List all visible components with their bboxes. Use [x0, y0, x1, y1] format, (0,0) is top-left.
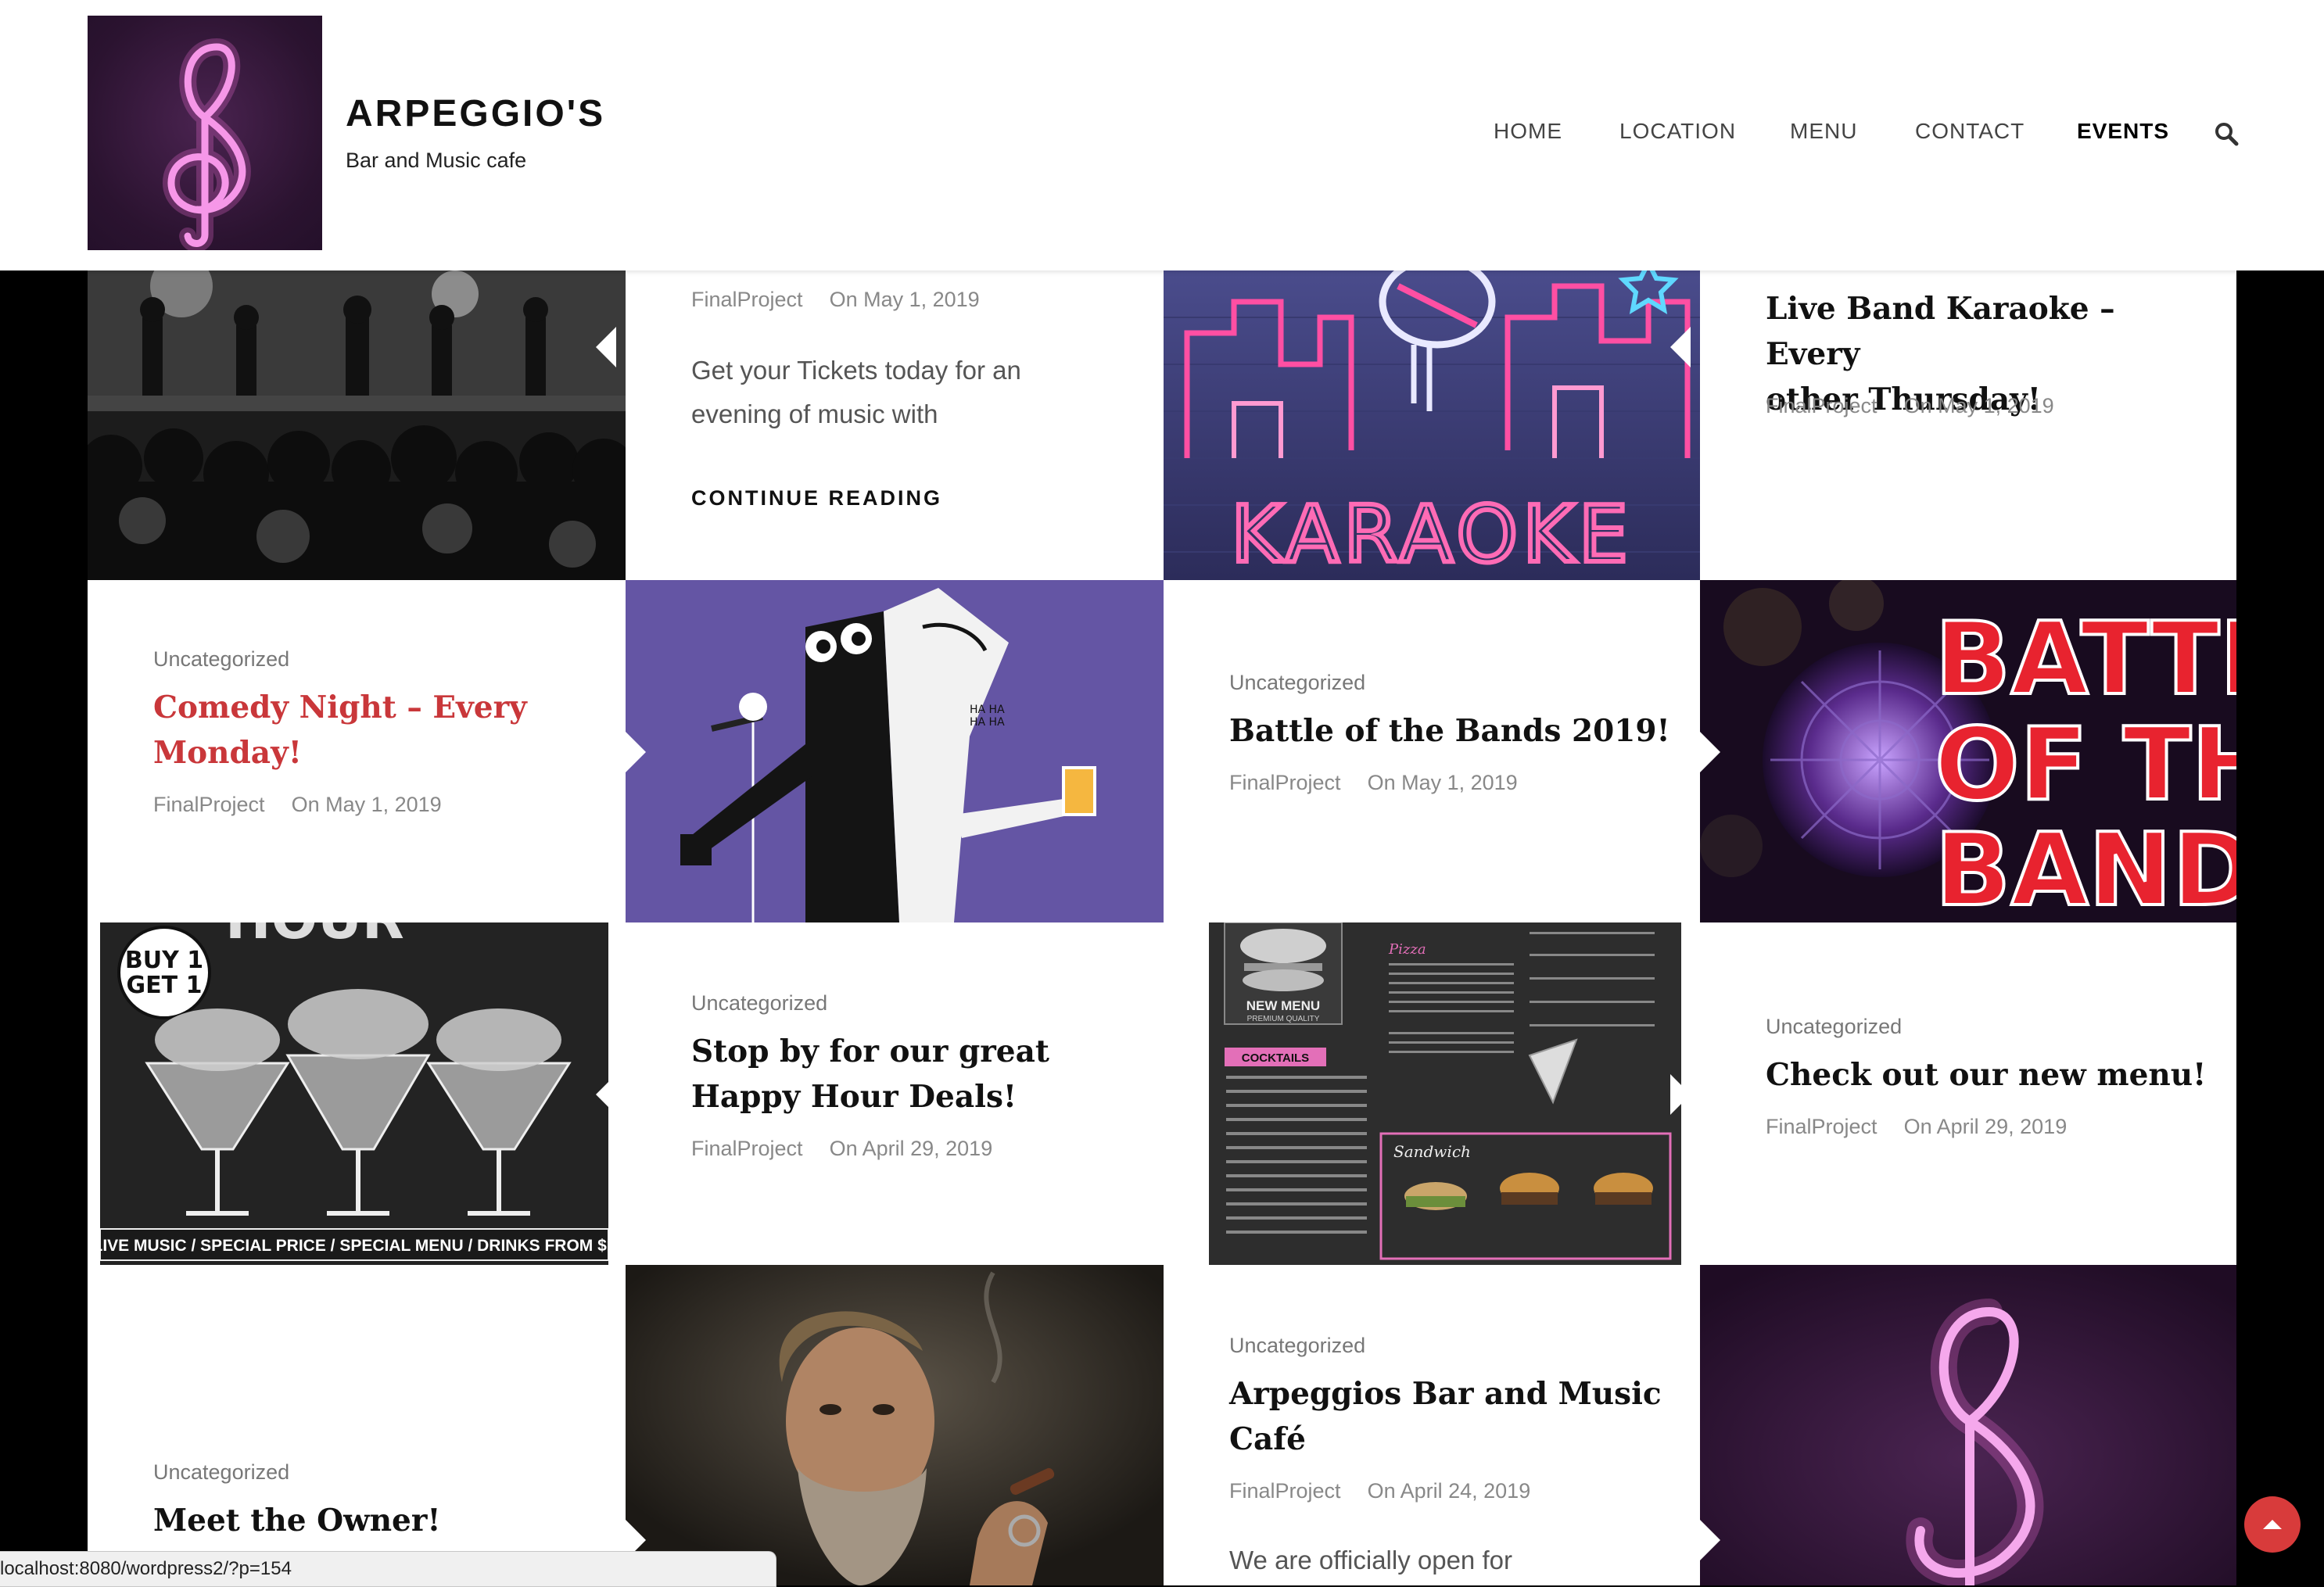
post-author[interactable]: FinalProject	[1229, 771, 1341, 794]
card-pointer	[1670, 1074, 1691, 1115]
post-card-tickets: FinalProject On May 1, 2019 Get your Tick…	[626, 270, 1164, 580]
post-category[interactable]: Uncategorized	[1229, 671, 1365, 695]
post-date[interactable]: On April 24, 2019	[1368, 1479, 1531, 1503]
card-pointer	[1700, 1520, 1720, 1560]
post-title[interactable]: Check out our new menu!	[1766, 1052, 2219, 1098]
post-category[interactable]: Uncategorized	[153, 647, 289, 672]
post-date[interactable]: On April 29, 2019	[1904, 1115, 2068, 1138]
card-pointer	[596, 327, 616, 367]
post-card-owner: Uncategorized Meet the Owner!	[88, 1265, 626, 1585]
browser-status-bar: localhost:8080/wordpress2/?p=154	[0, 1551, 776, 1587]
post-image-menu[interactable]: NEW MENU PREMIUM QUALITY COCKTAILS Pizza…	[1209, 922, 1681, 1265]
caret-up-icon	[2263, 1520, 2282, 1529]
nav-location[interactable]: LOCATION	[1619, 119, 1736, 144]
happy-hour-top-text: HOUR	[225, 922, 404, 951]
post-author[interactable]: FinalProject	[691, 1137, 803, 1160]
post-title[interactable]: Arpeggios Bar and Music Café	[1229, 1371, 1683, 1462]
post-category[interactable]: Uncategorized	[1766, 1015, 1902, 1039]
battle-text-line3: BAND	[1935, 812, 2236, 922]
post-category[interactable]: Uncategorized	[153, 1460, 289, 1485]
post-title[interactable]: Comedy Night – Every Monday!	[153, 685, 607, 776]
post-excerpt-line1: Get your Tickets today for an	[691, 356, 1021, 385]
post-title-line1[interactable]: Arpeggios Bar and Music	[1229, 1371, 1683, 1417]
post-image-concert[interactable]	[88, 270, 626, 580]
post-title-line2[interactable]: Café	[1229, 1417, 1683, 1462]
post-title[interactable]: Meet the Owner!	[153, 1498, 607, 1543]
post-title-line1[interactable]: Live Band Karaoke – Every	[1766, 286, 2219, 377]
nav-menu[interactable]: MENU	[1790, 119, 1857, 144]
post-meta: FinalProject On May 1, 2019	[1766, 394, 2081, 418]
post-author[interactable]: FinalProject	[153, 793, 265, 816]
nav-home[interactable]: HOME	[1494, 119, 1562, 144]
post-title-line2[interactable]: Monday!	[153, 730, 607, 776]
post-card-happy-hour: Uncategorized Stop by for our great Happ…	[626, 922, 1164, 1265]
happy-hour-banner: LIVE MUSIC / SPECIAL PRICE / SPECIAL MEN…	[100, 1237, 608, 1255]
badge-line1: BUY 1	[125, 947, 203, 974]
post-title[interactable]: Battle of the Bands 2019!	[1229, 708, 1683, 754]
post-date[interactable]: On May 1, 2019	[1904, 394, 2054, 417]
post-author[interactable]: FinalProject	[691, 288, 803, 311]
card-pointer	[1670, 327, 1691, 367]
menu-pizza: Pizza	[1388, 941, 1426, 958]
post-author[interactable]: FinalProject	[1229, 1479, 1341, 1503]
karaoke-sign-text: KARAOKE	[1231, 489, 1633, 580]
svg-text:HA HA: HA HA	[970, 716, 1005, 729]
post-meta: FinalProject On April 24, 2019	[1229, 1479, 1557, 1503]
post-image-happy-hour[interactable]: HOUR BUY 1 GET 1 LIVE MUSIC / SPECIAL PR…	[100, 922, 608, 1265]
post-card-arpeggios: Uncategorized Arpeggios Bar and Music Ca…	[1164, 1265, 1700, 1585]
post-cell-menu-image-bg: NEW MENU PREMIUM QUALITY COCKTAILS Pizza…	[1164, 922, 1700, 1265]
site-header: ARPEGGIO'S Bar and Music cafe HOME LOCAT…	[0, 0, 2324, 270]
continue-reading-link[interactable]: CONTINUE READING	[691, 486, 942, 510]
menu-cocktails: COCKTAILS	[1242, 1051, 1309, 1065]
post-title-line1[interactable]: Comedy Night – Every	[153, 685, 607, 730]
post-image-owner[interactable]	[626, 1265, 1164, 1585]
nav-contact[interactable]: CONTACT	[1915, 119, 2025, 144]
menu-sandwich: Sandwich	[1393, 1142, 1471, 1161]
post-card-battle: Uncategorized Battle of the Bands 2019! …	[1164, 580, 1700, 922]
card-pointer	[1700, 732, 1720, 772]
scroll-to-top-button[interactable]	[2244, 1496, 2301, 1553]
post-card-live-band: Live Band Karaoke – Every other Thursday…	[1700, 270, 2236, 580]
post-date[interactable]: On April 29, 2019	[830, 1137, 993, 1160]
post-meta: FinalProject On May 1, 2019	[153, 793, 468, 817]
site-tagline: Bar and Music cafe	[346, 149, 527, 172]
post-date[interactable]: On May 1, 2019	[830, 288, 980, 311]
post-date[interactable]: On May 1, 2019	[292, 793, 442, 816]
svg-text:HA HA: HA HA	[970, 704, 1005, 716]
post-category[interactable]: Uncategorized	[691, 991, 827, 1016]
search-icon[interactable]	[2213, 120, 2240, 147]
post-excerpt-line2: evening of music with	[691, 399, 938, 428]
menu-premium: PREMIUM QUALITY	[1247, 1015, 1320, 1023]
card-pointer	[626, 732, 646, 772]
nav-events[interactable]: EVENTS	[2077, 119, 2169, 144]
post-excerpt-line1: We are officially open for	[1229, 1546, 1512, 1574]
post-date[interactable]: On May 1, 2019	[1368, 771, 1518, 794]
post-meta: FinalProject On May 1, 2019	[1229, 771, 1544, 795]
post-category[interactable]: Uncategorized	[1229, 1334, 1365, 1358]
post-card-new-menu: Uncategorized Check out our new menu! Fi…	[1700, 922, 2236, 1265]
post-meta: FinalProject On April 29, 2019	[1766, 1115, 2093, 1139]
post-image-logo[interactable]	[1700, 1265, 2236, 1585]
menu-new-menu: NEW MENU	[1246, 998, 1320, 1013]
post-cell-happyhour-image-bg: HOUR BUY 1 GET 1 LIVE MUSIC / SPECIAL PR…	[88, 922, 626, 1265]
post-meta: FinalProject On May 1, 2019	[691, 288, 1006, 312]
post-image-battle[interactable]: BATTL OF TH BAND	[1700, 580, 2236, 922]
badge-line2: GET 1	[127, 972, 203, 999]
post-title-line2[interactable]: Happy Hour Deals!	[691, 1074, 1145, 1119]
post-image-comedy[interactable]: HA HA HA HA	[626, 580, 1164, 922]
post-image-karaoke[interactable]: KARAOKE	[1164, 270, 1700, 580]
post-meta: FinalProject On April 29, 2019	[691, 1137, 1019, 1161]
post-author[interactable]: FinalProject	[1766, 394, 1877, 417]
post-author[interactable]: FinalProject	[1766, 1115, 1877, 1138]
battle-text-line1: BATTL	[1935, 601, 2236, 718]
primary-nav: HOME LOCATION MENU CONTACT EVENTS	[0, 119, 2324, 150]
post-title[interactable]: Stop by for our great Happy Hour Deals!	[691, 1029, 1145, 1119]
post-title-line1[interactable]: Stop by for our great	[691, 1029, 1145, 1074]
card-pointer	[596, 1074, 616, 1115]
battle-text-line2: OF TH	[1935, 707, 2236, 823]
post-card-comedy: Uncategorized Comedy Night – Every Monda…	[88, 580, 626, 922]
